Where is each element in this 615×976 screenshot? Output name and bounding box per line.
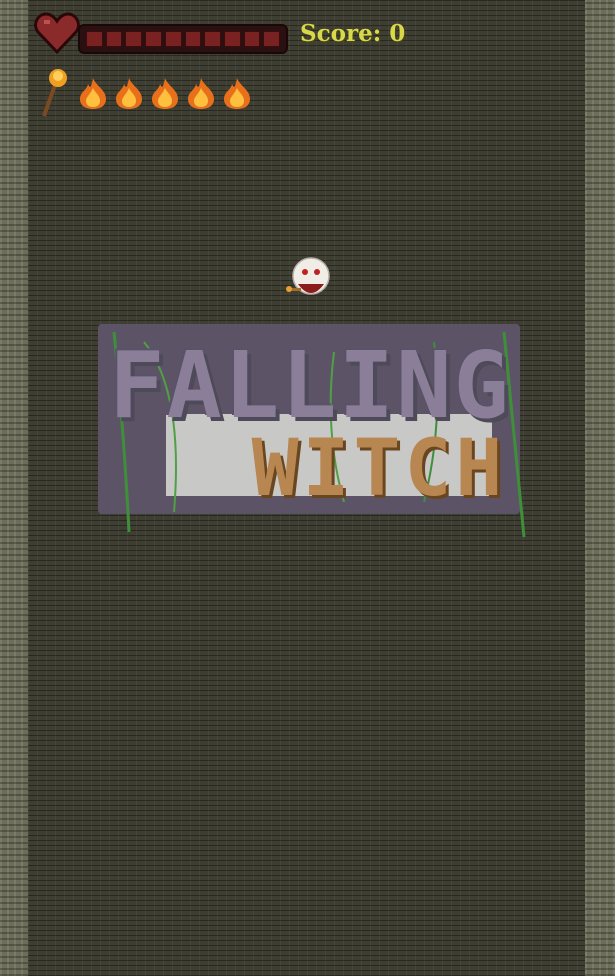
- health-bar: [78, 24, 288, 54]
- left-wall: [0, 0, 28, 976]
- health-segment: [86, 31, 103, 47]
- health-segment: [125, 31, 143, 47]
- health-segment: [204, 31, 221, 47]
- staff-icon: [42, 69, 67, 117]
- score-label: Score: 0: [300, 20, 406, 47]
- witch-player: [286, 257, 330, 295]
- health-segment: [223, 31, 241, 47]
- right-wall: [585, 0, 615, 976]
- fireball-ammo: [76, 76, 254, 110]
- heart-icon: [34, 12, 80, 55]
- flame-icon: [80, 78, 106, 109]
- health-segment: [263, 31, 281, 47]
- health-segment: [145, 31, 162, 47]
- health-segment: [243, 31, 261, 47]
- flame-icon: [152, 78, 178, 109]
- logo-title: FALLING: [109, 332, 511, 439]
- logo-subtitle: WITCH: [251, 424, 507, 514]
- flame-icon: [116, 78, 142, 109]
- health-segment: [164, 31, 182, 47]
- health-segment: [105, 31, 123, 47]
- flame-icon: [188, 78, 214, 109]
- game-logo: FALLING WITCH: [84, 312, 536, 548]
- health-segment: [184, 31, 202, 47]
- flame-icon: [224, 78, 250, 109]
